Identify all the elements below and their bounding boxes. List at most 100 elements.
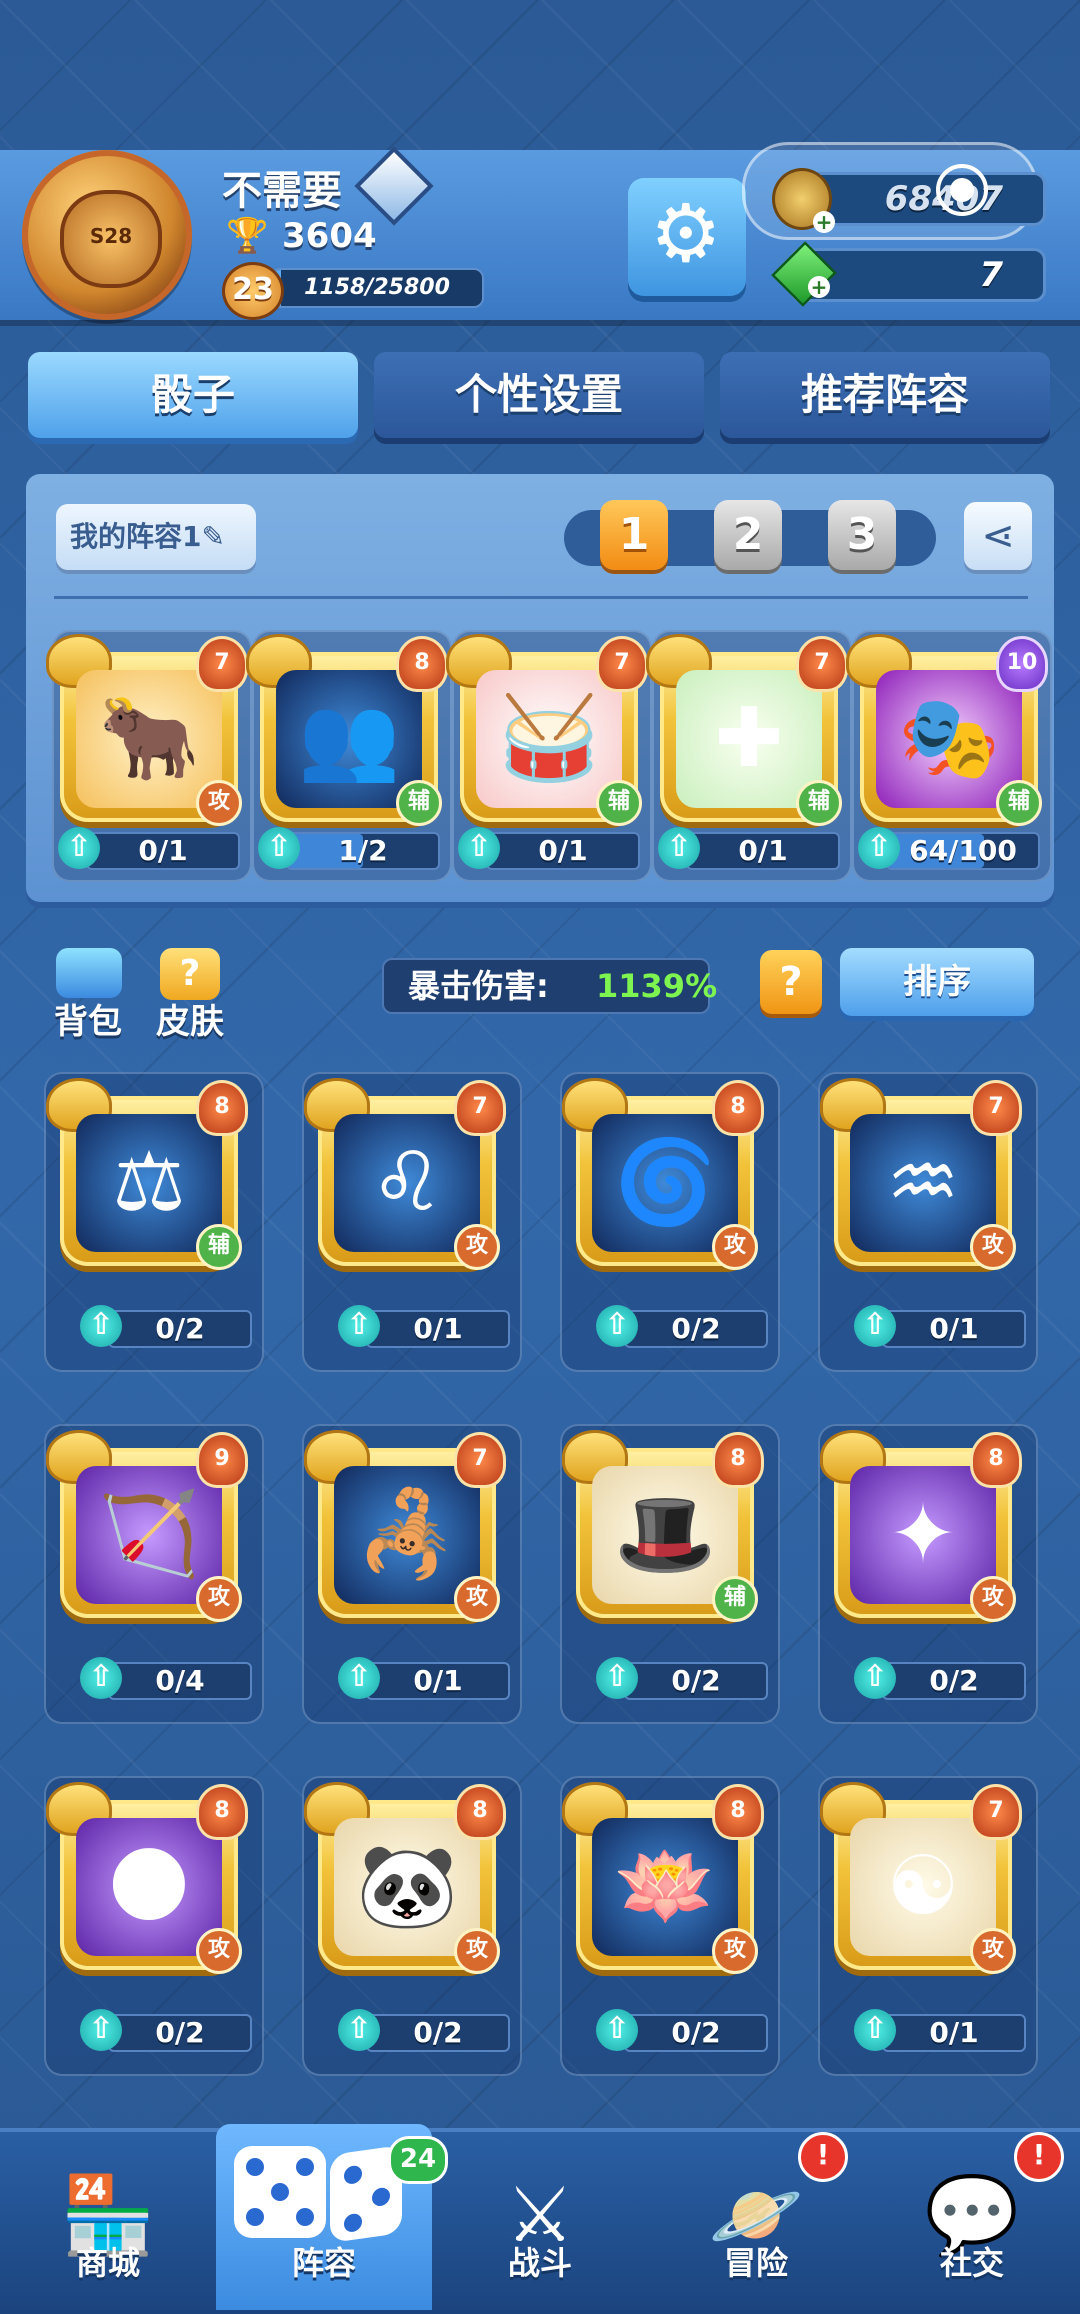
dice-face-icon: ♌ bbox=[370, 1135, 444, 1230]
dice-type-badge: 攻 bbox=[196, 1576, 242, 1622]
dice-face: 👥 bbox=[276, 670, 422, 808]
dice-level-badge: 8 bbox=[454, 1784, 506, 1840]
share-button[interactable]: ⋖ bbox=[964, 502, 1032, 570]
dice-frame[interactable]: 🥁 7 辅 bbox=[446, 634, 648, 826]
upgrade-arrow-icon[interactable]: ⇧ bbox=[258, 827, 300, 869]
upgrade-arrow-icon[interactable]: ⇧ bbox=[80, 1305, 122, 1347]
crit-label: 暴击伤害: bbox=[408, 967, 549, 1005]
gem-count: 7 bbox=[979, 255, 1003, 295]
upgrade-progress-text: 64/100 bbox=[909, 834, 1017, 867]
upgrade-arrow-icon[interactable]: ⇧ bbox=[854, 1657, 896, 1699]
dice-face: 🥁 bbox=[476, 670, 622, 808]
upgrade-arrow-icon[interactable]: ⇧ bbox=[80, 2009, 122, 2051]
dice-face-icon: 🌀 bbox=[613, 1135, 717, 1230]
dice-frame[interactable]: 🐼 8 攻 bbox=[304, 1782, 506, 1974]
dice-pip bbox=[246, 2208, 264, 2226]
skin-icon[interactable]: ? bbox=[160, 948, 220, 1000]
record-icon[interactable] bbox=[936, 164, 988, 216]
dice-pip bbox=[246, 2158, 264, 2176]
upgrade-progress-bar: 0/2 bbox=[882, 1662, 1026, 1700]
dice-frame[interactable]: ✚ 7 辅 bbox=[646, 634, 848, 826]
nav-swords[interactable]: ⚔ 战斗 bbox=[432, 2140, 648, 2310]
nav-planet[interactable]: 🪐 冒险! bbox=[648, 2132, 864, 2310]
sort-button[interactable]: 排序 bbox=[840, 948, 1034, 1016]
dice-frame[interactable]: 🏹 9 攻 bbox=[46, 1430, 248, 1622]
upgrade-progress-bar: 0/2 bbox=[108, 2014, 252, 2052]
tab-dice[interactable]: 骰子 bbox=[28, 352, 358, 438]
dice-pip bbox=[344, 2164, 362, 2186]
nav-dice[interactable]: 阵容 24 bbox=[216, 2124, 448, 2310]
dice-face-icon: 🥁 bbox=[497, 691, 601, 786]
dice-frame[interactable]: 🌑 8 攻 bbox=[46, 1782, 248, 1974]
dice-level-badge: 9 bbox=[196, 1432, 248, 1488]
dice-frame[interactable]: 🎩 8 辅 bbox=[562, 1430, 764, 1622]
player-name[interactable]: 不需要 bbox=[222, 158, 342, 216]
upgrade-arrow-icon[interactable]: ⇧ bbox=[858, 827, 900, 869]
dice-frame[interactable]: 🎭 10 辅 bbox=[846, 634, 1048, 826]
my-lineup-button[interactable]: 我的阵容1✎ bbox=[56, 504, 256, 570]
dice-level-badge: 7 bbox=[970, 1784, 1022, 1840]
dice-frame[interactable]: 🌀 8 攻 bbox=[562, 1078, 764, 1270]
nav-chat[interactable]: 💬 社交! bbox=[864, 2132, 1080, 2310]
dice-frame[interactable]: ♌ 7 攻 bbox=[304, 1078, 506, 1270]
tab-recommended[interactable]: 推荐阵容 bbox=[720, 352, 1050, 438]
lineup-slot-1[interactable]: 1 bbox=[600, 500, 668, 570]
dice-type-badge: 攻 bbox=[970, 1928, 1016, 1974]
dice-frame[interactable]: ☯ 7 攻 bbox=[820, 1782, 1022, 1974]
lineup-slot-2[interactable]: 2 bbox=[714, 500, 782, 570]
upgrade-arrow-icon[interactable]: ⇧ bbox=[854, 1305, 896, 1347]
dice-face: ☯ bbox=[850, 1818, 996, 1956]
season-badge-text: S28 bbox=[89, 224, 133, 248]
dice-face-icon: 🌑 bbox=[106, 1839, 192, 1934]
upgrade-arrow-icon[interactable]: ⇧ bbox=[338, 2009, 380, 2051]
nav-label: 阵容 bbox=[291, 2244, 356, 2282]
dice-face: 🦂 bbox=[334, 1466, 480, 1604]
upgrade-progress-text: 0/2 bbox=[929, 1664, 979, 1697]
dice-type-badge: 辅 bbox=[596, 780, 642, 826]
upgrade-progress-text: 0/4 bbox=[155, 1664, 205, 1697]
upgrade-arrow-icon[interactable]: ⇧ bbox=[338, 1657, 380, 1699]
upgrade-progress-bar: 0/4 bbox=[108, 1662, 252, 1700]
add-gem-icon[interactable]: + bbox=[808, 276, 830, 298]
dice-frame[interactable]: ♒ 7 攻 bbox=[820, 1078, 1022, 1270]
coin-icon[interactable]: + bbox=[772, 168, 835, 233]
dice-level-badge: 8 bbox=[712, 1080, 764, 1136]
upgrade-arrow-icon[interactable]: ⇧ bbox=[458, 827, 500, 869]
dice-level-badge: 8 bbox=[970, 1432, 1022, 1488]
upgrade-arrow-icon[interactable]: ⇧ bbox=[58, 827, 100, 869]
upgrade-arrow-icon[interactable]: ⇧ bbox=[854, 2009, 896, 2051]
upgrade-progress-bar: 64/100 bbox=[886, 832, 1040, 870]
upgrade-arrow-icon[interactable]: ⇧ bbox=[596, 2009, 638, 2051]
add-coin-icon[interactable]: + bbox=[813, 211, 835, 233]
lineup-slot-3[interactable]: 3 bbox=[828, 500, 896, 570]
settings-button[interactable]: ⚙ bbox=[628, 178, 746, 296]
upgrade-arrow-icon[interactable]: ⇧ bbox=[338, 1305, 380, 1347]
dice-level-badge: 7 bbox=[196, 636, 248, 692]
tab-customize[interactable]: 个性设置 bbox=[374, 352, 704, 438]
upgrade-arrow-icon[interactable]: ⇧ bbox=[596, 1657, 638, 1699]
skin-label[interactable]: 皮肤 bbox=[156, 994, 224, 1043]
nav-label: 社交 bbox=[939, 2244, 1004, 2282]
dice-frame[interactable]: 👥 8 辅 bbox=[246, 634, 448, 826]
dice-frame[interactable]: 🦂 7 攻 bbox=[304, 1430, 506, 1622]
season-emblem[interactable]: S28 bbox=[22, 150, 192, 320]
upgrade-arrow-icon[interactable]: ⇧ bbox=[80, 1657, 122, 1699]
dice-type-badge: 攻 bbox=[196, 780, 242, 826]
dice-face-icon: 🏹 bbox=[97, 1487, 201, 1582]
upgrade-arrow-icon[interactable]: ⇧ bbox=[596, 1305, 638, 1347]
dice-type-badge: 辅 bbox=[196, 1224, 242, 1270]
dice-face: ✦ bbox=[850, 1466, 996, 1604]
nav-shop[interactable]: 🏪 商城 bbox=[0, 2140, 216, 2310]
dice-face-icon: ✦ bbox=[888, 1487, 958, 1582]
backpack-icon[interactable] bbox=[56, 948, 122, 998]
player-level-badge: 23 bbox=[222, 262, 284, 320]
dice-frame[interactable]: ✦ 8 攻 bbox=[820, 1430, 1022, 1622]
help-button[interactable]: ? bbox=[760, 950, 822, 1014]
upgrade-progress-text: 0/1 bbox=[929, 1312, 979, 1345]
dice-frame[interactable]: 🐂 7 攻 bbox=[46, 634, 248, 826]
upgrade-arrow-icon[interactable]: ⇧ bbox=[658, 827, 700, 869]
dice-type-badge: 辅 bbox=[396, 780, 442, 826]
backpack-label[interactable]: 背包 bbox=[54, 994, 122, 1043]
dice-frame[interactable]: ⚖ 8 辅 bbox=[46, 1078, 248, 1270]
dice-frame[interactable]: 🪷 8 攻 bbox=[562, 1782, 764, 1974]
